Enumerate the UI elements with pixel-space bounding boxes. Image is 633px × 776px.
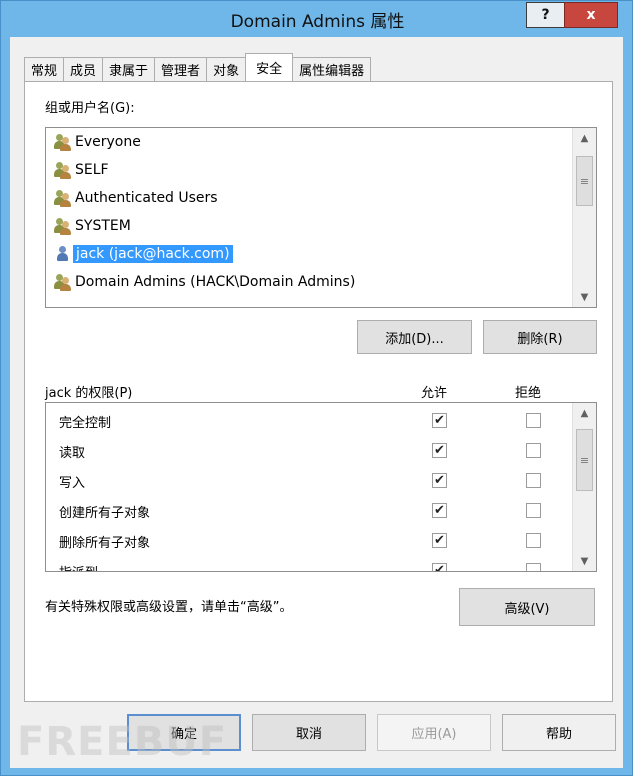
deny-checkbox[interactable] — [526, 533, 541, 548]
principal-item[interactable]: SYSTEM — [46, 212, 571, 240]
close-button[interactable]: x — [564, 2, 618, 28]
user-icon — [54, 245, 72, 263]
tab-object[interactable]: 对象 — [206, 57, 247, 81]
principal-item[interactable]: Domain Admins (HACK\Domain Admins) — [46, 268, 571, 296]
principal-item[interactable]: Authenticated Users — [46, 184, 571, 212]
allow-checkbox[interactable]: ✔ — [432, 503, 447, 518]
principal-name: SYSTEM — [75, 218, 131, 234]
tab-strip: 常规 成员 隶属于 管理者 对象 安全 属性编辑器 — [24, 53, 372, 81]
permission-name: 读取 — [59, 446, 86, 461]
tab-security[interactable]: 安全 — [245, 53, 294, 81]
permission-row: 删除所有子对象 ✔ — [46, 526, 571, 556]
permission-name: 指派到 — [59, 562, 98, 571]
dialog-client-area: 常规 成员 隶属于 管理者 对象 安全 属性编辑器 组或用户名(G): Ever… — [10, 37, 623, 768]
principal-name: SELF — [75, 162, 109, 178]
scroll-thumb[interactable]: ≡ — [576, 156, 593, 206]
scroll-down-icon[interactable]: ▼ — [573, 551, 596, 571]
group-icon — [54, 217, 72, 235]
allow-checkbox[interactable]: ✔ — [432, 473, 447, 488]
remove-button[interactable]: 删除(R) — [483, 320, 597, 354]
principal-name: jack (jack@hack.com) — [73, 245, 233, 263]
title-bar[interactable]: Domain Admins 属性 ? x — [1, 1, 633, 37]
permission-name: 删除所有子对象 — [59, 536, 151, 551]
scroll-thumb[interactable]: ≡ — [576, 429, 593, 491]
allow-checkbox[interactable]: ✔ — [432, 563, 447, 571]
permissions-scrollbar[interactable]: ▲ ≡ ▼ — [572, 403, 596, 571]
allow-column-header: 允许 — [421, 386, 448, 401]
permissions-for-label: jack 的权限(P) — [45, 386, 133, 401]
principal-item-selected[interactable]: jack (jack@hack.com) — [46, 240, 571, 268]
principals-scrollbar[interactable]: ▲ ≡ ▼ — [572, 128, 596, 307]
principal-name: Domain Admins (HACK\Domain Admins) — [75, 274, 356, 290]
permission-row: 完全控制 ✔ — [46, 406, 571, 436]
permission-name: 创建所有子对象 — [59, 506, 151, 521]
tab-managed-by[interactable]: 管理者 — [154, 57, 208, 81]
tab-attribute-editor[interactable]: 属性编辑器 — [292, 57, 372, 81]
tab-general[interactable]: 常规 — [24, 57, 65, 81]
principal-name: Authenticated Users — [75, 190, 218, 206]
deny-checkbox[interactable] — [526, 413, 541, 428]
permission-row: 写入 ✔ — [46, 466, 571, 496]
group-icon — [54, 273, 72, 291]
permission-row: 指派到 ✔ — [46, 556, 571, 571]
deny-checkbox[interactable] — [526, 563, 541, 571]
group-icon — [54, 133, 72, 151]
principals-listbox[interactable]: Everyone SELF Authenticated Users SYSTEM — [45, 127, 597, 308]
deny-checkbox[interactable] — [526, 503, 541, 518]
allow-checkbox[interactable]: ✔ — [432, 533, 447, 548]
permission-row: 读取 ✔ — [46, 436, 571, 466]
allow-checkbox[interactable]: ✔ — [432, 443, 447, 458]
scroll-down-icon[interactable]: ▼ — [573, 287, 596, 307]
tab-member-of[interactable]: 隶属于 — [102, 57, 156, 81]
group-icon — [54, 189, 72, 207]
deny-checkbox[interactable] — [526, 443, 541, 458]
apply-button[interactable]: 应用(A) — [377, 714, 491, 751]
security-tab-panel: 组或用户名(G): Everyone SELF Authenticated Us… — [24, 81, 613, 702]
advanced-note: 有关特殊权限或高级设置，请单击“高级”。 — [45, 600, 293, 615]
tab-members[interactable]: 成员 — [63, 57, 104, 81]
help-button[interactable]: ? — [526, 2, 565, 28]
group-or-user-names-label: 组或用户名(G): — [45, 101, 135, 116]
principal-item[interactable]: SELF — [46, 156, 571, 184]
add-button[interactable]: 添加(D)... — [357, 320, 472, 354]
permission-name: 完全控制 — [59, 416, 112, 431]
permission-row: 创建所有子对象 ✔ — [46, 496, 571, 526]
permissions-list: 完全控制 ✔ 读取 ✔ 写入 ✔ 创建所有子对象 ✔ 删除所有子对象 ✔ ✔ ▲… — [45, 402, 597, 572]
advanced-button[interactable]: 高级(V) — [459, 588, 595, 626]
cancel-button[interactable]: 取消 — [252, 714, 366, 751]
deny-checkbox[interactable] — [526, 473, 541, 488]
group-icon — [54, 161, 72, 179]
allow-checkbox[interactable]: ✔ — [432, 413, 447, 428]
scroll-up-icon[interactable]: ▲ — [573, 128, 596, 148]
scroll-up-icon[interactable]: ▲ — [573, 403, 596, 423]
deny-column-header: 拒绝 — [515, 386, 542, 401]
principal-name: Everyone — [75, 134, 141, 150]
principal-item[interactable]: Everyone — [46, 128, 571, 156]
help-footer-button[interactable]: 帮助 — [502, 714, 616, 751]
freebuf-watermark: FREEBUF — [17, 719, 228, 765]
properties-dialog: Domain Admins 属性 ? x 常规 成员 隶属于 管理者 对象 安全… — [0, 0, 633, 776]
permission-name: 写入 — [59, 476, 86, 491]
